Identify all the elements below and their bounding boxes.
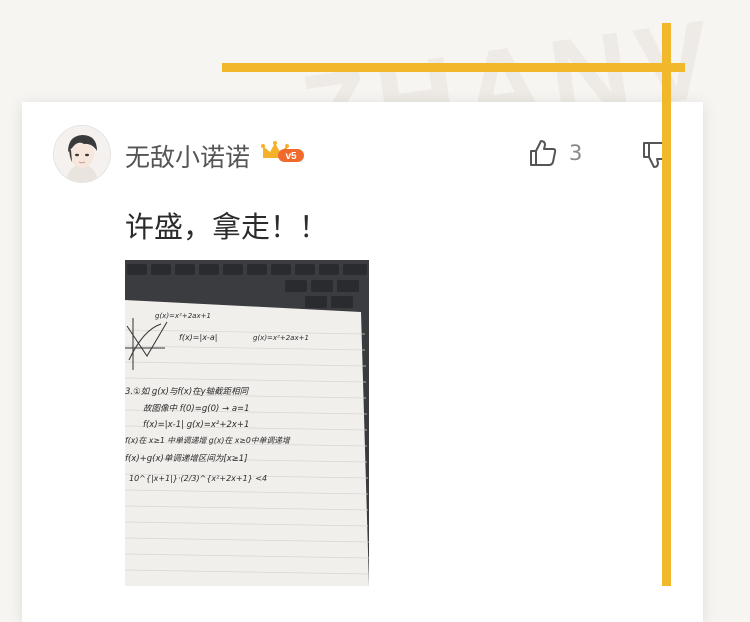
thumbs-up-icon[interactable]: [527, 137, 559, 169]
decorative-yellow-bar-vertical: [662, 23, 671, 586]
user-avatar[interactable]: [54, 126, 110, 182]
vip-badge: v5: [285, 151, 297, 162]
note-line-4: 3.①如 g(x)与f(x)在y轴截距相同: [125, 386, 250, 397]
note-line-3: g(x)=x²+2ax+1: [253, 334, 309, 342]
comment-photo[interactable]: g(x)=x²+2ax+1 f(x)=|x-a| g(x)=x²+2ax+1 3…: [125, 260, 369, 586]
note-line-7: f(x)在 x≥1 中单调递增 g(x)在 x≥0中单调递增: [125, 436, 291, 445]
avatar-image: [54, 126, 110, 182]
note-line-2: f(x)=|x-a|: [179, 333, 217, 342]
note-line-8: f(x)+g(x)单调递增区间为[x≥1]: [125, 453, 248, 464]
note-line-5: 故图像中 f(0)=g(0) → a=1: [143, 403, 250, 414]
decorative-yellow-bar-horizontal: [222, 63, 685, 72]
crown-icon: v5: [261, 141, 304, 162]
note-line-9: 10^{|x+1|}·(2/3)^{x²+2x+1} <4: [129, 474, 267, 483]
like-count: 3: [569, 141, 583, 165]
comment-text: 许盛，拿走！！: [125, 210, 329, 244]
notebook-photo: g(x)=x²+2ax+1 f(x)=|x-a| g(x)=x²+2ax+1 3…: [125, 260, 369, 586]
note-line-1: g(x)=x²+2ax+1: [155, 312, 211, 320]
note-line-6: f(x)=|x-1| g(x)=x²+2x+1: [143, 420, 249, 430]
username[interactable]: 无敌小诺诺: [125, 138, 250, 174]
